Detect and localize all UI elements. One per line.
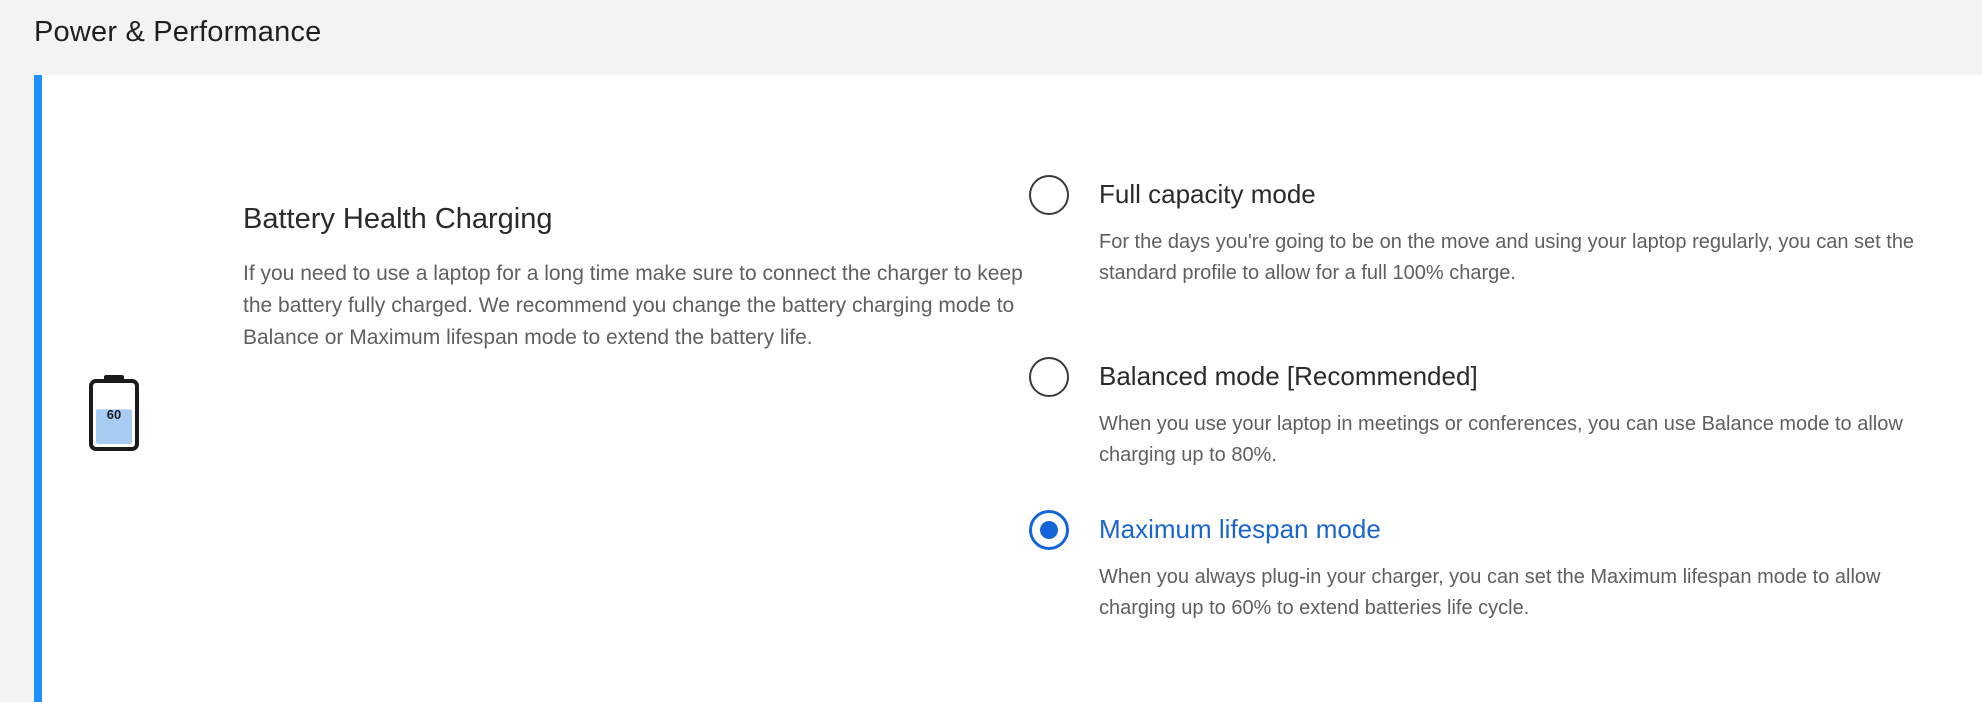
option-label-balanced[interactable]: Balanced mode [Recommended] bbox=[1099, 361, 1478, 392]
battery-level-text: 60 bbox=[107, 407, 121, 422]
battery-health-panel: 60 Battery Health Charging If you need t… bbox=[34, 75, 1982, 702]
option-description-full-capacity: For the days you're going to be on the m… bbox=[1099, 231, 1915, 284]
option-label-full-capacity[interactable]: Full capacity mode bbox=[1099, 179, 1316, 210]
option-description-balanced: When you use your laptop in meetings or … bbox=[1099, 413, 1903, 466]
section-description: If you need to use a laptop for a long t… bbox=[243, 262, 1023, 349]
option-label-maximum-lifespan[interactable]: Maximum lifespan mode bbox=[1099, 514, 1381, 545]
option-description-maximum-lifespan: When you always plug-in your charger, yo… bbox=[1099, 566, 1881, 619]
radio-balanced[interactable] bbox=[1029, 357, 1069, 397]
radio-maximum-lifespan[interactable] bbox=[1029, 510, 1069, 550]
panel-accent-bar bbox=[34, 75, 42, 702]
section-title: Battery Health Charging bbox=[243, 203, 553, 235]
page-header: Power & Performance bbox=[0, 0, 1982, 70]
radio-full-capacity[interactable] bbox=[1029, 175, 1069, 215]
battery-icon: 60 bbox=[86, 373, 142, 453]
page-title: Power & Performance bbox=[34, 16, 322, 48]
